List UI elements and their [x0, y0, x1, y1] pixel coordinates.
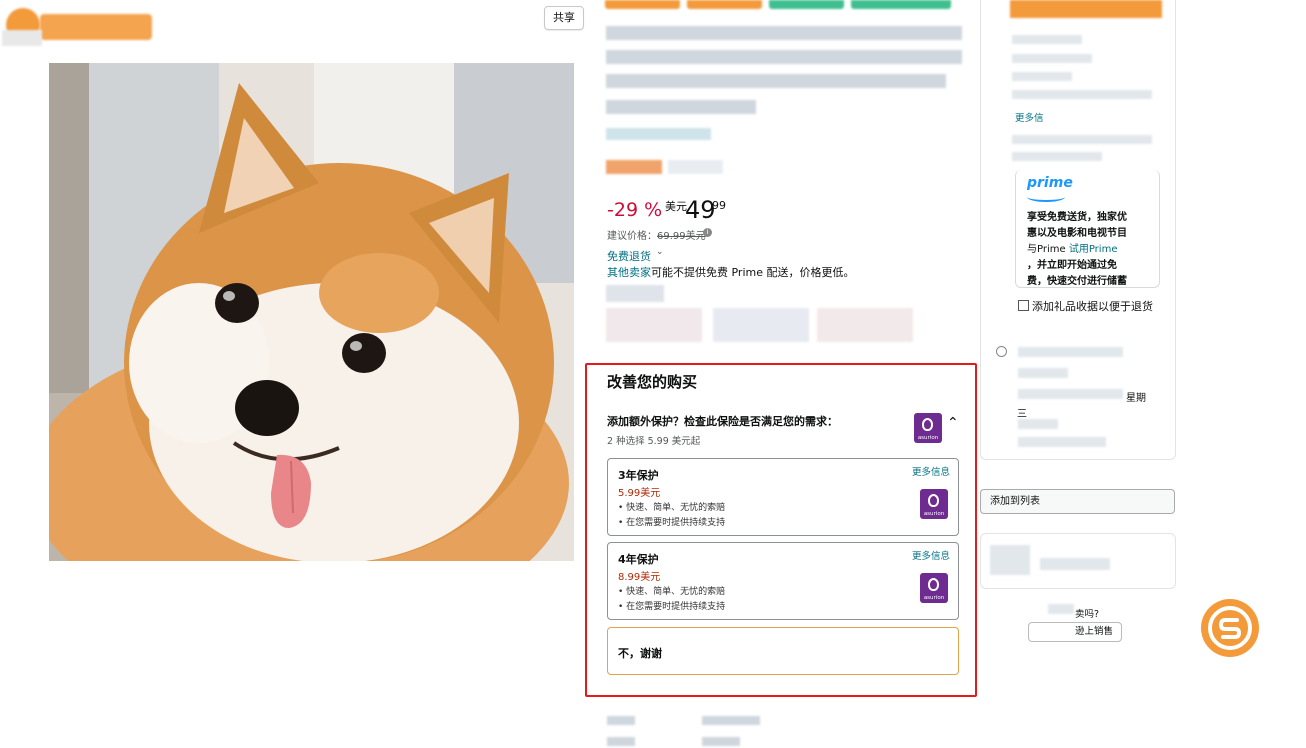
prime-promo-line: 惠以及电影和电视节目: [1027, 228, 1127, 239]
more-info-link[interactable]: 更多信息: [912, 464, 950, 478]
improve-purchase-title: 改善您的购买: [607, 373, 698, 391]
plan-price: 5.99美元: [618, 488, 661, 499]
radio-button[interactable]: [996, 346, 1007, 357]
list-price-label: 建议价格：: [607, 231, 657, 242]
plan-feature: • 在您需要时提供持续支持: [618, 518, 726, 528]
no-thanks-label: 不，谢谢: [618, 647, 662, 660]
asurion-logo-icon: asurion: [920, 489, 948, 519]
product-title-blurred: [606, 22, 962, 122]
offer-line-blurred: [1018, 347, 1123, 357]
plan-title: 3年保护: [618, 469, 659, 482]
variant-swatch-2[interactable]: [713, 308, 809, 342]
asurion-logo-text: asurion: [923, 511, 945, 517]
list-price-value: 69.99美元: [657, 231, 706, 242]
top-action-button-1[interactable]: [605, 0, 680, 9]
free-returns-link[interactable]: 免费退货: [607, 248, 651, 264]
offer-line-blurred: [1018, 437, 1106, 447]
delivery-day-label: 星期: [1126, 393, 1146, 404]
plan-option-3yr[interactable]: 3年保护 5.99美元 • 快速、简单、无忧的索赔 • 在您需要时提供持续支持 …: [607, 458, 959, 536]
variant-swatch-1[interactable]: [606, 308, 702, 342]
list-price: 建议价格：69.99美元: [607, 227, 706, 242]
buy-box-line-blurred: [1012, 152, 1102, 161]
seller-note-text: 可能不提供免费 Prime 配送，价格更低。: [651, 266, 855, 279]
asurion-logo-text: asurion: [917, 435, 939, 441]
detail-value-blurred: [702, 737, 740, 746]
offer-line-blurred: [1018, 389, 1123, 399]
prime-logo[interactable]: prime: [1027, 175, 1073, 191]
prime-smile-icon: [1027, 192, 1065, 202]
store-link-blurred[interactable]: [606, 128, 711, 140]
buy-box-line-blurred: [1012, 54, 1092, 63]
checkbox[interactable]: [1018, 300, 1029, 311]
info-icon[interactable]: i: [703, 228, 712, 237]
try-prime-link[interactable]: 试用Prime: [1069, 244, 1118, 255]
badge-text-blurred: [668, 160, 723, 174]
gift-receipt-option[interactable]: 添加礼品收据以便于退货: [1018, 298, 1153, 314]
share-button[interactable]: 共享: [544, 6, 584, 30]
gift-receipt-label: 添加礼品收据以便于退货: [1032, 300, 1153, 313]
share-icon-blurred: [990, 545, 1030, 575]
plan-option-4yr[interactable]: 4年保护 8.99美元 • 快速、简单、无忧的索赔 • 在您需要时提供持续支持 …: [607, 542, 959, 620]
store-name-blurred: [40, 14, 152, 40]
plan-feature: • 在您需要时提供持续支持: [618, 602, 726, 612]
discount-percent: -29 %: [607, 199, 663, 221]
plan-feature: • 快速、简单、无忧的索赔: [618, 503, 726, 513]
prime-promo-line: 享受免费送货，独家优: [1027, 212, 1127, 223]
prime-promo-line: 与Prime 试用Prime: [1027, 244, 1118, 255]
prime-promo-line: 费，快速交付进行储蓄: [1027, 276, 1127, 287]
top-action-button-2[interactable]: [687, 0, 762, 9]
price-whole: 49: [685, 196, 716, 224]
asurion-logo-icon: asurion: [914, 413, 942, 443]
price-currency: 美元: [665, 200, 687, 213]
add-to-list-button[interactable]: 添加到列表: [980, 489, 1175, 514]
more-info-link[interactable]: 更多信息: [912, 548, 950, 562]
more-link[interactable]: 更多信: [1015, 110, 1044, 124]
seller-note: 其他卖家可能不提供免费 Prime 配送，价格更低。: [607, 264, 855, 280]
buy-box-line-blurred: [1012, 72, 1072, 81]
sell-question: 卖吗?: [1075, 609, 1100, 620]
plan-price: 8.99美元: [618, 572, 661, 583]
s-logo-icon: [1208, 606, 1252, 650]
share-text-blurred: [1040, 558, 1110, 570]
price-fraction: 99: [712, 199, 726, 212]
sell-on-amazon-button[interactable]: 逊上销售: [1028, 622, 1122, 642]
offer-line-blurred: [1018, 368, 1068, 378]
top-action-button-3[interactable]: [769, 0, 844, 9]
chevron-up-icon[interactable]: ⌃: [947, 415, 959, 431]
sell-text-blurred: [1048, 604, 1074, 614]
asurion-logo-icon: asurion: [920, 573, 948, 603]
shiba-dog-photo: [49, 63, 574, 561]
logo-shadow: [2, 30, 42, 46]
buy-box-line-blurred: [1012, 35, 1082, 44]
protection-from-price: 2 种选择 5.99 美元起: [607, 436, 701, 447]
prime-promo-line: ，并立即开始通过免: [1027, 260, 1117, 271]
asurion-logo-text: asurion: [923, 595, 945, 601]
detail-label-blurred: [607, 716, 635, 725]
detail-label-blurred: [607, 737, 635, 746]
badge-blurred: [606, 160, 662, 174]
variant-swatch-3[interactable]: [817, 308, 913, 342]
no-thanks-option[interactable]: 不，谢谢: [607, 627, 959, 675]
product-image[interactable]: [49, 63, 574, 561]
add-protection-question: 添加额外保护？检查此保险是否满足您的需求：: [607, 415, 838, 428]
detail-value-blurred: [702, 716, 760, 725]
offer-line-blurred: [1018, 419, 1058, 429]
delivery-day-number: 三: [1017, 409, 1027, 420]
buy-box-header-blurred: [1010, 0, 1162, 18]
plan-title: 4年保护: [618, 553, 659, 566]
buy-box-line-blurred: [1012, 135, 1152, 144]
buy-box-line-blurred: [1012, 90, 1152, 99]
floating-helper-icon[interactable]: [1201, 599, 1259, 657]
other-sellers-link[interactable]: 其他卖家: [607, 266, 651, 279]
chevron-down-icon[interactable]: ⌄: [656, 247, 664, 257]
variant-label-blurred: [606, 285, 664, 302]
top-action-button-4[interactable]: [851, 0, 951, 9]
plan-feature: • 快速、简单、无忧的索赔: [618, 587, 726, 597]
